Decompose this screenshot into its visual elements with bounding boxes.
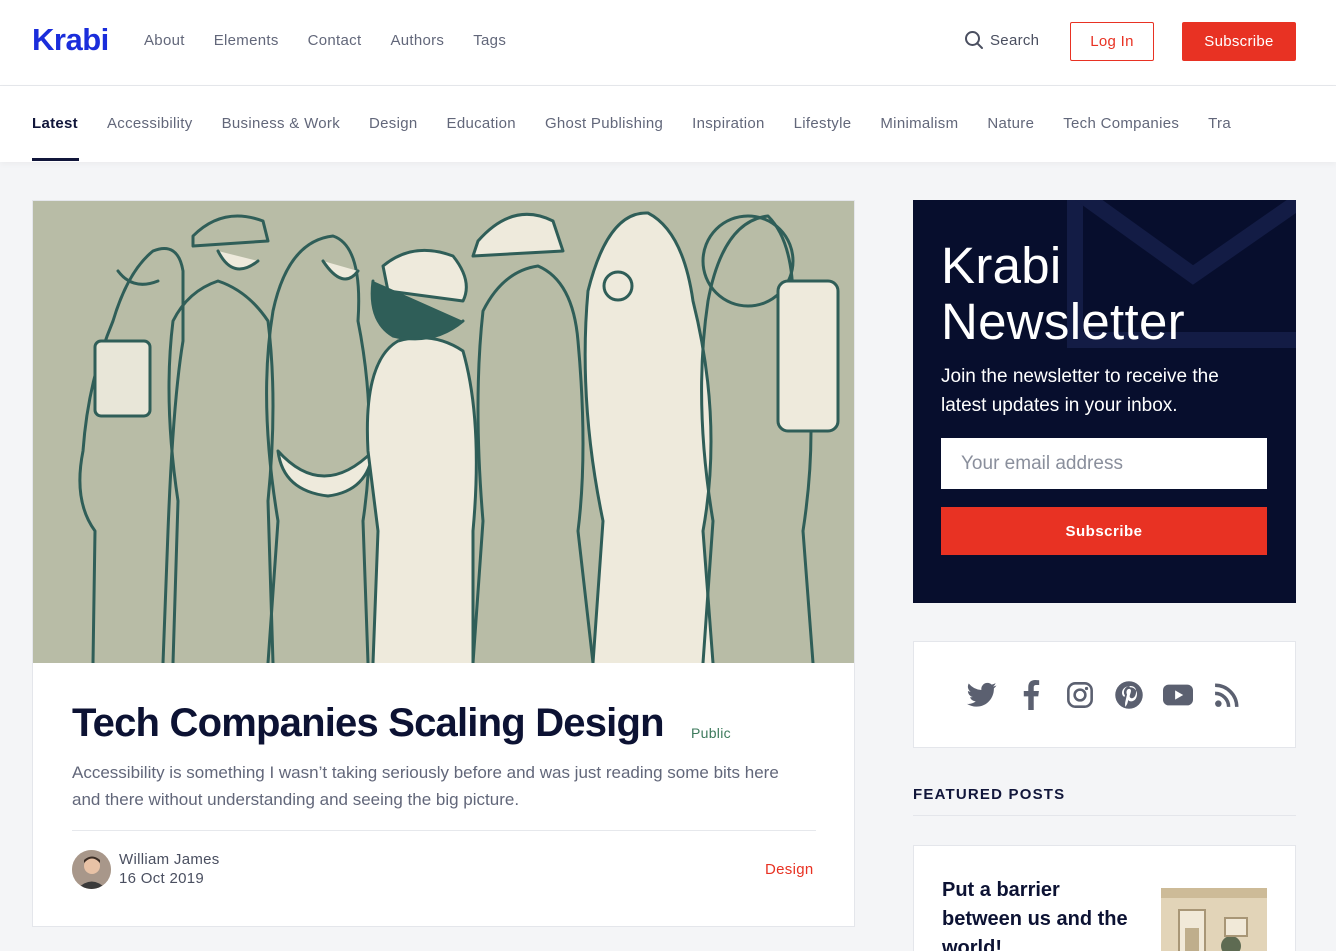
tag-scroll-fade: [1256, 86, 1336, 162]
featured-posts-heading: FEATURED POSTS: [913, 786, 1066, 803]
author-name[interactable]: William James: [119, 851, 220, 868]
nav-authors[interactable]: Authors: [390, 32, 444, 49]
main-nav: About Elements Contact Authors Tags: [144, 32, 506, 49]
tag-inspiration[interactable]: Inspiration: [692, 115, 765, 132]
tag-latest[interactable]: Latest: [32, 115, 78, 132]
newsletter-description: Join the newsletter to receive the lates…: [941, 366, 1219, 416]
tag-minimalism[interactable]: Minimalism: [880, 115, 958, 132]
featured-post-title[interactable]: Put a barrier between us and the world!: [942, 876, 1142, 951]
post-feature-image[interactable]: [33, 201, 854, 663]
email-field[interactable]: Your email address: [941, 438, 1267, 489]
twitter-icon[interactable]: [967, 680, 997, 710]
featured-post-image[interactable]: [1161, 888, 1267, 951]
post-tag-link[interactable]: Design: [765, 861, 814, 878]
post-excerpt: Accessibility is something I wasn’t taki…: [72, 763, 779, 809]
post-divider: [72, 830, 816, 831]
social-links: [913, 641, 1296, 748]
nav-elements[interactable]: Elements: [214, 32, 279, 49]
tag-ghost-publishing[interactable]: Ghost Publishing: [545, 115, 663, 132]
featured-divider: [913, 815, 1296, 816]
tag-accessibility[interactable]: Accessibility: [107, 115, 193, 132]
youtube-icon[interactable]: [1163, 680, 1193, 710]
rss-icon[interactable]: [1212, 680, 1242, 710]
post-visibility-badge: Public: [691, 725, 731, 741]
tag-bar: Latest Accessibility Business & Work Des…: [0, 86, 1336, 162]
facebook-icon[interactable]: [1016, 679, 1046, 710]
nav-contact[interactable]: Contact: [308, 32, 362, 49]
search-button[interactable]: Search: [964, 30, 1039, 50]
tag-education[interactable]: Education: [447, 115, 516, 132]
newsletter-subscribe-button[interactable]: Subscribe: [941, 507, 1267, 555]
featured-post-card[interactable]: Put a barrier between us and the world!: [913, 845, 1296, 951]
post-date: 16 Oct 2019: [119, 870, 205, 887]
post-card[interactable]: Tech Companies Scaling Design Public Acc…: [32, 200, 855, 927]
search-icon: [965, 31, 983, 49]
search-label: Search: [990, 31, 1040, 49]
nav-tags[interactable]: Tags: [473, 32, 506, 49]
newsletter-widget: Krabi Newsletter Join the newsletter to …: [913, 200, 1296, 603]
subscribe-button[interactable]: Subscribe: [1182, 22, 1296, 61]
tag-tech-companies[interactable]: Tech Companies: [1063, 115, 1179, 132]
site-header: Krabi About Elements Contact Authors Tag…: [0, 0, 1336, 86]
tag-nature[interactable]: Nature: [987, 115, 1034, 132]
tag-design[interactable]: Design: [369, 115, 418, 132]
tag-travel[interactable]: Tra: [1208, 115, 1231, 132]
tag-lifestyle[interactable]: Lifestyle: [794, 115, 852, 132]
author-avatar[interactable]: [72, 850, 111, 889]
login-button[interactable]: Log In: [1070, 22, 1154, 61]
site-logo[interactable]: Krabi: [32, 22, 109, 58]
pinterest-icon[interactable]: [1114, 680, 1144, 710]
tag-list: Latest Accessibility Business & Work Des…: [32, 115, 1231, 132]
instagram-icon[interactable]: [1065, 680, 1095, 710]
people-illustration: [33, 201, 854, 663]
nav-about[interactable]: About: [144, 32, 185, 49]
newsletter-title: Krabi Newsletter: [941, 237, 1185, 350]
active-tag-indicator: [32, 158, 79, 161]
post-title[interactable]: Tech Companies Scaling Design: [72, 701, 665, 746]
tag-business-work[interactable]: Business & Work: [222, 115, 340, 132]
